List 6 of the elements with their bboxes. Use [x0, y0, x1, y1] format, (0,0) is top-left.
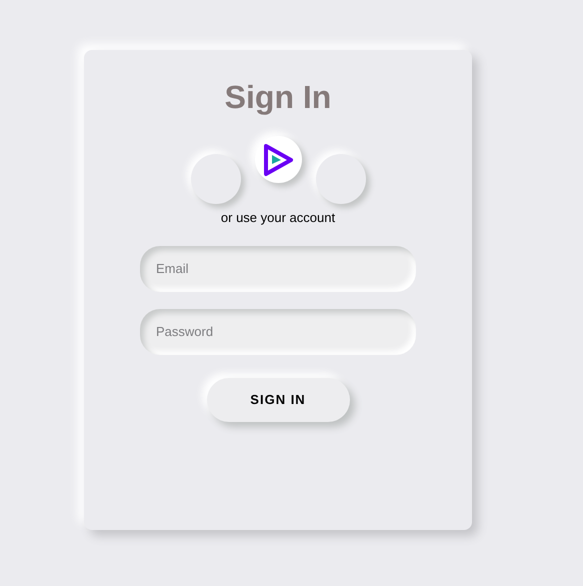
input-field[interactable]: Email	[140, 246, 416, 292]
play-logo-icon	[262, 142, 294, 176]
sign-in-heading: Sign In	[224, 78, 332, 116]
sign-in-button[interactable]: SIGN IN	[206, 378, 350, 422]
input-field[interactable]: Password	[140, 308, 416, 354]
alternative-text: or use your account	[220, 209, 336, 227]
